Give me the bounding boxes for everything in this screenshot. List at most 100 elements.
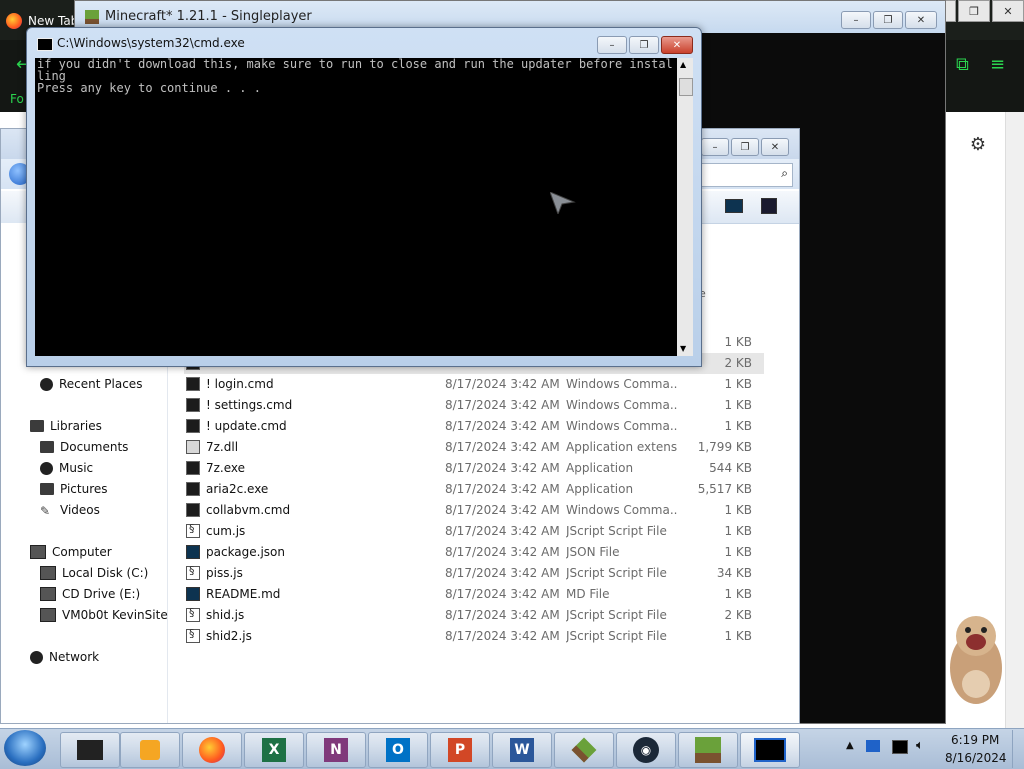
file-name: piss.js bbox=[206, 566, 243, 580]
taskbar-onenote[interactable]: N bbox=[306, 732, 366, 768]
file-type: JScript Script File bbox=[566, 566, 667, 580]
file-name: 7z.exe bbox=[206, 461, 246, 475]
nav-item-computer[interactable]: Computer bbox=[30, 545, 112, 559]
file-row[interactable]: aria2c.exe 8/17/2024 3:42 AM Application 5,… bbox=[184, 479, 764, 500]
taskbar-excel[interactable]: X bbox=[244, 732, 304, 768]
firefox-icon bbox=[199, 737, 225, 763]
close-icon[interactable]: ✕ bbox=[661, 36, 693, 54]
show-desktop-button[interactable] bbox=[1012, 730, 1024, 768]
restore-icon[interactable]: ❐ bbox=[873, 11, 903, 29]
console-output[interactable]: if you didn't download this, make sure t… bbox=[35, 58, 677, 356]
media-player-icon bbox=[140, 740, 160, 760]
close-icon[interactable]: ✕ bbox=[761, 138, 789, 156]
file-row[interactable]: README.md 8/17/2024 3:42 AM MD File 1 KB bbox=[184, 584, 764, 605]
preview-pane-icon[interactable] bbox=[761, 198, 777, 214]
nav-label: Recent Places bbox=[59, 377, 143, 391]
view-options-icon[interactable] bbox=[725, 199, 743, 213]
taskbar-cmd[interactable] bbox=[740, 732, 800, 768]
file-type: Windows Comma... bbox=[566, 503, 678, 517]
minimize-icon[interactable]: – bbox=[701, 138, 729, 156]
search-input[interactable]: ⌕ bbox=[701, 163, 793, 187]
nav-item-music[interactable]: Music bbox=[40, 461, 93, 475]
minimize-icon[interactable]: – bbox=[597, 36, 627, 54]
nav-item-videos[interactable]: ✎ Videos bbox=[40, 503, 100, 518]
taskbar-outlook[interactable]: O bbox=[368, 732, 428, 768]
file-row[interactable]: shid2.js 8/17/2024 3:42 AM JScript Script … bbox=[184, 626, 764, 647]
taskbar-media-player[interactable] bbox=[120, 732, 180, 768]
nav-label: Documents bbox=[60, 440, 129, 454]
file-size: 1 KB bbox=[724, 398, 752, 412]
start-button[interactable] bbox=[4, 730, 46, 766]
file-row[interactable]: shid.js 8/17/2024 3:42 AM JScript Script F… bbox=[184, 605, 764, 626]
file-row[interactable]: 7z.exe 8/17/2024 3:42 AM Application 544 KB bbox=[184, 458, 764, 479]
file-type: Application bbox=[566, 482, 634, 496]
nav-item-network-drive[interactable]: VM0b0t KevinSite bbox=[40, 608, 168, 622]
cmd-icon bbox=[186, 377, 200, 391]
file-row[interactable]: collabvm.cmd 8/17/2024 3:42 AM Windows Com… bbox=[184, 500, 764, 521]
explorer-window-controls: – ❐ ✕ bbox=[701, 138, 789, 156]
menu-icon[interactable]: ≡ bbox=[990, 54, 1005, 75]
file-size: 1 KB bbox=[724, 524, 752, 538]
nav-item-documents[interactable]: Documents bbox=[40, 440, 128, 454]
console-scrollbar[interactable]: ▲ ▼ bbox=[677, 58, 693, 356]
restore-icon[interactable]: ❐ bbox=[731, 138, 759, 156]
nav-item-libraries[interactable]: Libraries bbox=[30, 419, 102, 433]
file-type: Application extens... bbox=[566, 440, 678, 454]
file-size: 1 KB bbox=[724, 377, 752, 391]
taskbar-firefox[interactable] bbox=[182, 732, 242, 768]
volume-icon[interactable]: 🔈︎ bbox=[916, 738, 924, 753]
file-date: 8/17/2024 3:42 AM bbox=[445, 566, 560, 580]
nav-item-local-disk[interactable]: Local Disk (C:) bbox=[40, 566, 148, 580]
js-icon bbox=[186, 627, 200, 643]
scroll-thumb[interactable] bbox=[679, 78, 693, 96]
close-icon[interactable]: ✕ bbox=[905, 11, 937, 29]
file-type: MD File bbox=[566, 587, 610, 601]
js-icon bbox=[186, 522, 200, 538]
nav-item-cd-drive[interactable]: CD Drive (E:) bbox=[40, 587, 140, 601]
recent-places-icon bbox=[40, 377, 53, 391]
nav-item-network[interactable]: Network bbox=[30, 650, 99, 664]
powerpoint-icon: P bbox=[448, 738, 472, 762]
action-center-icon[interactable] bbox=[866, 740, 880, 752]
file-row[interactable]: 7z.dll 8/17/2024 3:42 AM Application exten… bbox=[184, 437, 764, 458]
network-tray-icon[interactable] bbox=[892, 740, 908, 754]
taskbar-minecraft[interactable] bbox=[554, 732, 614, 768]
file-size: 1 KB bbox=[724, 629, 752, 643]
file-type: JSON File bbox=[566, 545, 620, 559]
minecraft-window-title: Minecraft* 1.21.1 - Singleplayer bbox=[105, 9, 312, 24]
show-hidden-icons-icon[interactable]: ▲ bbox=[846, 740, 854, 751]
nav-item-recent-places[interactable]: Recent Places bbox=[40, 377, 142, 391]
taskbar-word[interactable]: W bbox=[492, 732, 552, 768]
taskbar-explorer[interactable] bbox=[60, 732, 120, 768]
file-row[interactable]: piss.js 8/17/2024 3:42 AM JScript Script F… bbox=[184, 563, 764, 584]
file-row[interactable]: cum.js 8/17/2024 3:42 AM JScript Script Fi… bbox=[184, 521, 764, 542]
file-size: 5,517 KB bbox=[697, 482, 752, 496]
taskbar-minecraft-launcher[interactable] bbox=[678, 732, 738, 768]
clock-date[interactable]: 8/16/2024 bbox=[945, 751, 1007, 765]
restore-icon[interactable]: ❐ bbox=[958, 0, 990, 22]
file-row[interactable]: ! login.cmd 8/17/2024 3:42 AM Windows Comm… bbox=[184, 374, 764, 395]
nav-label: Libraries bbox=[50, 419, 102, 433]
restore-icon[interactable]: ❐ bbox=[629, 36, 659, 54]
clock-time[interactable]: 6:19 PM bbox=[951, 733, 999, 747]
close-icon[interactable]: ✕ bbox=[992, 0, 1024, 22]
nav-item-pictures[interactable]: Pictures bbox=[40, 482, 108, 496]
file-row[interactable]: ! settings.cmd 8/17/2024 3:42 AM Windows C… bbox=[184, 395, 764, 416]
extensions-icon[interactable]: ⧉ bbox=[956, 54, 969, 75]
file-row[interactable]: package.json 8/17/2024 3:42 AM JSON File 1 … bbox=[184, 542, 764, 563]
browser-tab-label: New Tab bbox=[28, 14, 79, 28]
minecraft-window-controls: – ❐ ✕ bbox=[841, 11, 937, 29]
cmd-icon bbox=[754, 738, 786, 762]
settings-gear-icon[interactable]: ⚙ bbox=[970, 134, 986, 155]
cmd-window-title[interactable]: C:\Windows\system32\cmd.exe bbox=[57, 36, 245, 50]
music-icon bbox=[40, 461, 53, 475]
file-date: 8/17/2024 3:42 AM bbox=[445, 440, 560, 454]
file-size: 1 KB bbox=[724, 545, 752, 559]
taskbar-powerpoint[interactable]: P bbox=[430, 732, 490, 768]
scroll-down-icon[interactable]: ▼ bbox=[680, 344, 686, 353]
scroll-up-icon[interactable]: ▲ bbox=[680, 60, 686, 69]
minimize-icon[interactable]: – bbox=[841, 11, 871, 29]
taskbar-steam[interactable]: ◉ bbox=[616, 732, 676, 768]
file-row[interactable]: ! update.cmd 8/17/2024 3:42 AM Windows Com… bbox=[184, 416, 764, 437]
js-icon bbox=[186, 564, 200, 580]
